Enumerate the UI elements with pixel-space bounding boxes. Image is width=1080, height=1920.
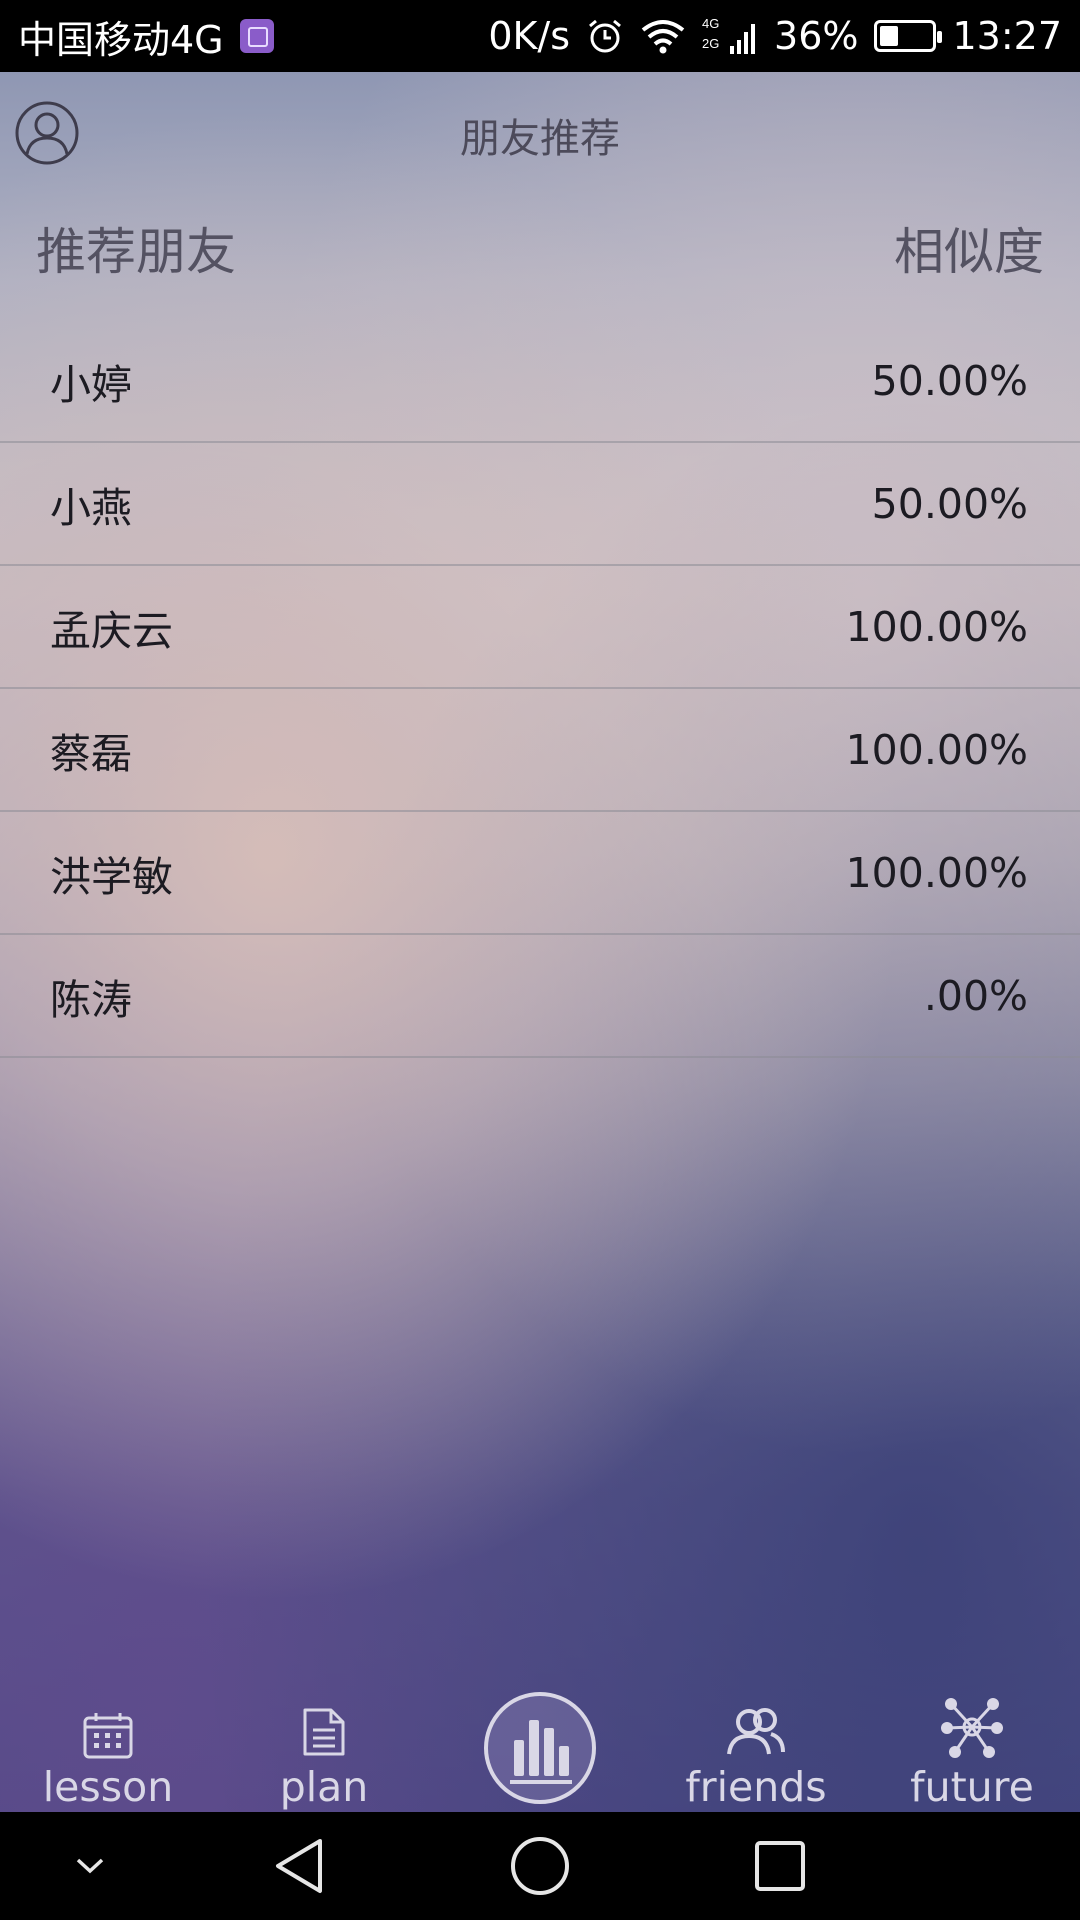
friend-similarity: 100.00%	[845, 602, 1028, 651]
document-icon	[299, 1684, 349, 1760]
tab-friends-label: friends	[685, 1763, 827, 1811]
friend-row[interactable]: 陈涛 .00%	[0, 935, 1080, 1058]
friend-similarity: 50.00%	[871, 356, 1028, 405]
friend-name: 小婷	[50, 360, 132, 409]
friend-row[interactable]: 小燕 50.00%	[0, 443, 1080, 566]
friend-name: 洪学敏	[50, 852, 173, 901]
friend-similarity: .00%	[923, 971, 1028, 1020]
tab-lesson-label: lesson	[42, 1763, 174, 1811]
friend-row[interactable]: 孟庆云 100.00%	[0, 566, 1080, 689]
friend-name: 陈涛	[50, 975, 132, 1024]
chevron-down-icon[interactable]	[50, 1812, 130, 1920]
status-bar: 中国移动4G 0K/s 4G 2G 36% 13:27	[0, 0, 1080, 72]
friend-similarity: 100.00%	[845, 725, 1028, 774]
tab-friends[interactable]: friends	[648, 1684, 864, 1812]
carrier-label: 中国移动4G	[18, 17, 224, 62]
status-left: 中国移动4G	[18, 9, 274, 64]
battery-fill	[880, 26, 899, 46]
app-screen: 朋友推荐 推荐朋友 相似度 小婷 50.00% 小燕 50.00% 孟庆云 10…	[0, 72, 1080, 1812]
friend-name: 孟庆云	[50, 606, 173, 655]
header: 朋友推荐	[0, 72, 1080, 197]
friend-list: 小婷 50.00% 小燕 50.00% 孟庆云 100.00% 蔡磊 100.0…	[0, 320, 1080, 1058]
back-triangle-icon[interactable]	[255, 1812, 345, 1920]
column-header-name: 推荐朋友	[36, 223, 236, 281]
home-circle-icon[interactable]	[494, 1812, 586, 1920]
signal-icon: 4G 2G	[702, 14, 758, 58]
friend-name: 蔡磊	[50, 729, 132, 778]
network-icon	[939, 1684, 1005, 1760]
tab-lesson[interactable]: lesson	[0, 1684, 216, 1812]
friend-similarity: 50.00%	[871, 479, 1028, 528]
clock: 13:27	[952, 14, 1062, 58]
recents-square-icon[interactable]	[735, 1812, 825, 1920]
system-navigation-bar	[0, 1812, 1080, 1920]
page-title: 朋友推荐	[460, 116, 620, 162]
status-right: 0K/s 4G 2G 36% 13:27	[488, 14, 1062, 58]
friend-row[interactable]: 洪学敏 100.00%	[0, 812, 1080, 935]
battery-icon	[874, 20, 943, 52]
friends-icon	[725, 1684, 787, 1760]
tab-plan[interactable]: plan	[216, 1684, 432, 1812]
battery-percent: 36%	[774, 14, 859, 58]
network-speed: 0K/s	[488, 14, 571, 58]
list-header: 推荐朋友 相似度	[0, 212, 1080, 292]
bar-chart-circle-icon[interactable]	[482, 1690, 598, 1806]
network-type-2g: 2G	[702, 36, 719, 51]
wifi-icon	[640, 18, 686, 54]
tab-future[interactable]: future	[864, 1684, 1080, 1812]
gallery-notification-icon	[239, 19, 274, 53]
friend-row[interactable]: 小婷 50.00%	[0, 320, 1080, 443]
friend-name: 小燕	[50, 483, 132, 532]
network-type-4g: 4G	[702, 16, 719, 31]
calendar-icon	[82, 1684, 134, 1760]
friend-row[interactable]: 蔡磊 100.00%	[0, 689, 1080, 812]
column-header-similarity: 相似度	[894, 223, 1044, 281]
alarm-icon	[586, 17, 624, 55]
tab-plan-label: plan	[279, 1763, 369, 1811]
friend-similarity: 100.00%	[845, 848, 1028, 897]
tab-future-label: future	[910, 1763, 1034, 1811]
